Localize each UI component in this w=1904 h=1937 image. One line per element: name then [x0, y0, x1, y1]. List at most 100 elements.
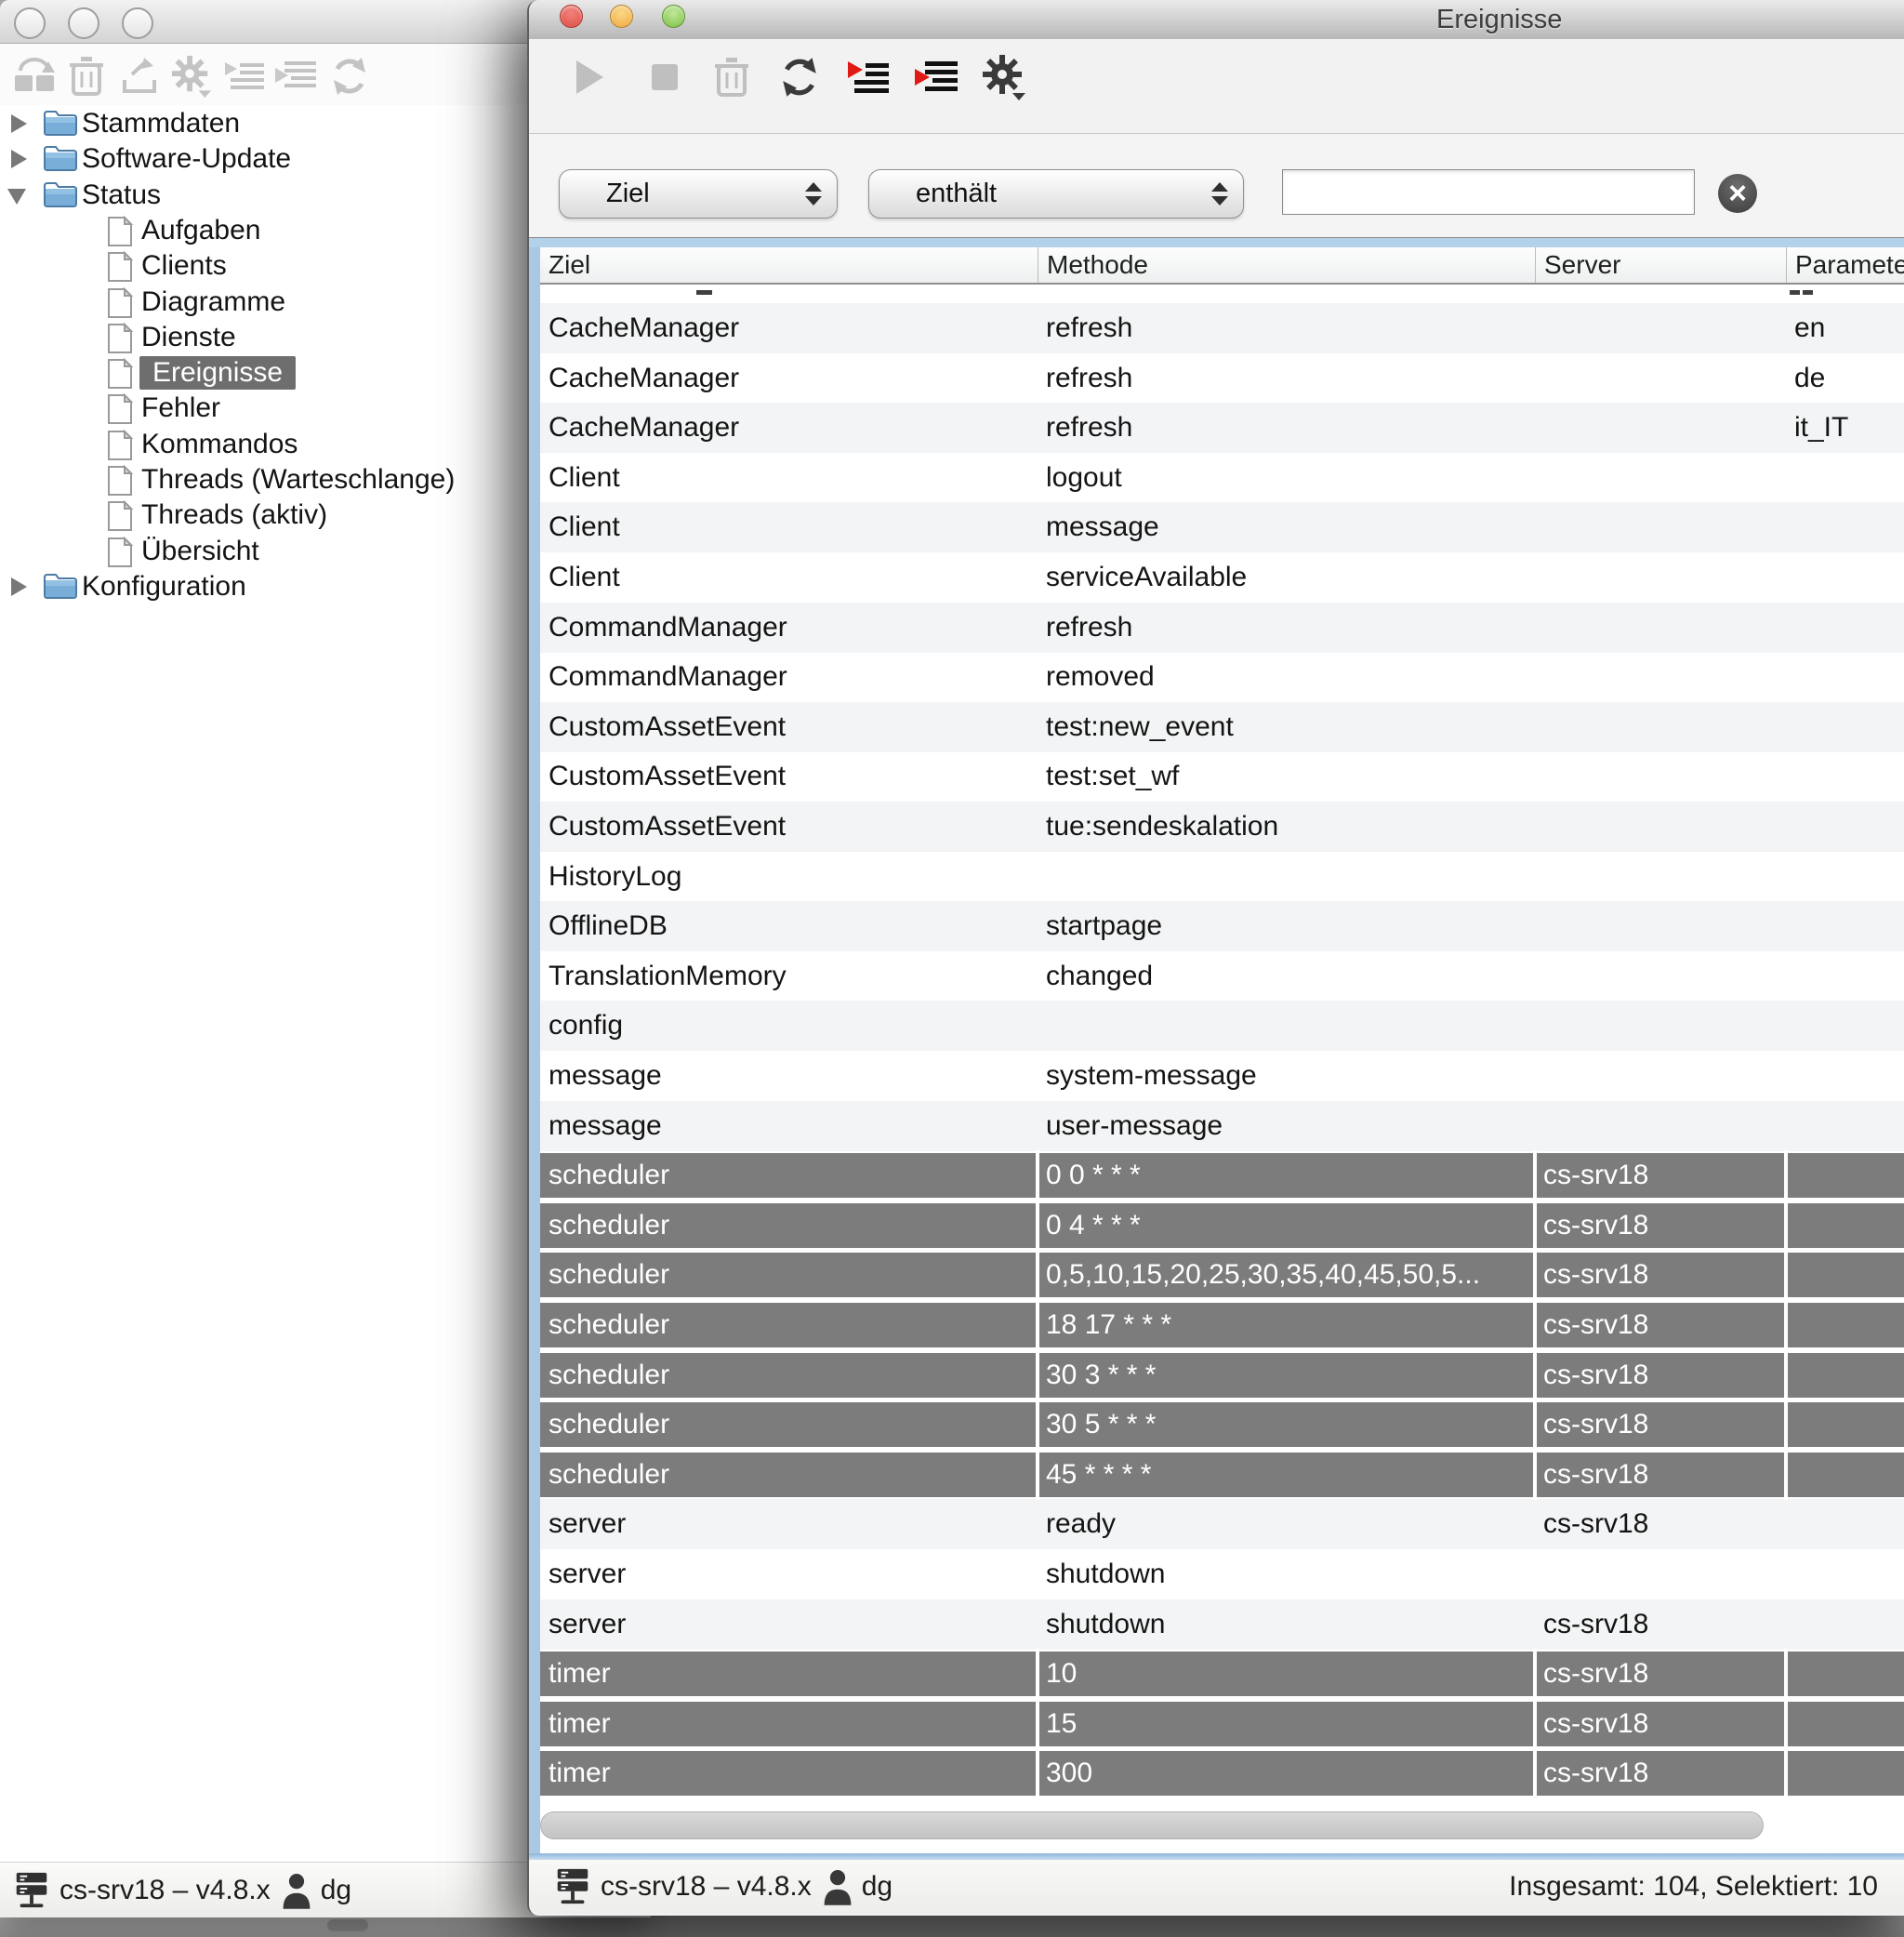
table-row[interactable]: scheduler0,5,10,15,20,25,30,35,40,45,50,… [540, 1250, 1904, 1300]
cell-methode: shutdown [1038, 1549, 1535, 1599]
horizontal-scrollbar-thumb[interactable] [540, 1811, 1764, 1839]
statusbar-summary: Insgesamt: 104, Selektiert: 10 [1509, 1860, 1878, 1914]
zoom-button-inactive[interactable] [122, 7, 153, 39]
filter-field-popup[interactable]: Ziel [559, 169, 838, 219]
selected-row-column-divider [1784, 1300, 1788, 1350]
selected-row-column-divider [1036, 1201, 1039, 1251]
selected-row-column-divider [1784, 1450, 1788, 1500]
cell-parameter [1786, 1649, 1904, 1699]
selected-row-column-divider [1784, 1748, 1788, 1798]
close-button[interactable] [560, 5, 583, 28]
disclosure-closed-icon[interactable] [11, 150, 27, 168]
table-row[interactable]: scheduler0 0 * * *cs-srv18 [540, 1150, 1904, 1201]
table-row[interactable]: CommandManagerremoved [540, 652, 1904, 702]
cell-parameter [1786, 852, 1904, 902]
tree-label: Aufgaben [141, 213, 260, 248]
cell-ziel: CacheManager [540, 403, 1038, 453]
window-title: Ereignisse [1436, 0, 1562, 39]
column-header-server[interactable]: Server [1535, 247, 1786, 283]
table-row[interactable]: TranslationMemorychanged [540, 951, 1904, 1002]
zoom-button[interactable] [662, 5, 685, 28]
cell-server: cs-srv18 [1535, 1250, 1786, 1300]
selected-row-column-divider [1036, 1350, 1039, 1400]
table-row[interactable]: servershutdown [540, 1549, 1904, 1599]
table-row[interactable]: servershutdowncs-srv18 [540, 1599, 1904, 1650]
table-row[interactable]: timer300cs-srv18 [540, 1748, 1904, 1798]
filter-operator-popup[interactable]: enthält [868, 169, 1244, 219]
table-row[interactable]: scheduler30 3 * * *cs-srv18 [540, 1350, 1904, 1400]
table-row[interactable]: ClientserviceAvailable [540, 552, 1904, 603]
cell-parameter: en [1786, 303, 1904, 353]
clear-filter-button[interactable]: × [1718, 174, 1757, 213]
selected-row-column-divider [1784, 1150, 1788, 1201]
statusbar-server-label: cs-srv18 – v4.8.x [601, 1871, 812, 1903]
selected-row-column-divider [1533, 1300, 1537, 1350]
table-row[interactable]: messagesystem-message [540, 1051, 1904, 1101]
table-row[interactable]: CustomAssetEventtest:set_wf [540, 751, 1904, 802]
table-row[interactable]: HistoryLog [540, 852, 1904, 902]
cell-methode: refresh [1038, 603, 1535, 653]
disclosure-open-icon[interactable] [7, 189, 26, 205]
table-row[interactable]: OfflineDBstartpage [540, 901, 1904, 951]
cell-ziel: server [540, 1549, 1038, 1599]
table-row[interactable]: timer15cs-srv18 [540, 1699, 1904, 1749]
table-row[interactable]: config [540, 1001, 1904, 1051]
selected-row-column-divider [1784, 1250, 1788, 1300]
table-row[interactable]: serverreadycs-srv18 [540, 1499, 1904, 1549]
table-row[interactable]: CacheManagerrefreshde [540, 353, 1904, 404]
selected-row-column-divider [1036, 1300, 1039, 1350]
column-header-parameter[interactable]: Parameter [1786, 247, 1904, 283]
cell-parameter [1786, 901, 1904, 951]
minimize-button-inactive[interactable] [68, 7, 99, 39]
table-row[interactable]: CacheManagerrefreshen [540, 303, 1904, 353]
cell-methode: refresh [1038, 403, 1535, 453]
table-row[interactable]: timer10cs-srv18 [540, 1649, 1904, 1699]
cell-ziel: Client [540, 453, 1038, 503]
cell-server [1535, 603, 1786, 653]
cell-methode: 18 17 * * * [1038, 1300, 1535, 1350]
table-row[interactable]: scheduler0 4 * * *cs-srv18 [540, 1201, 1904, 1251]
table-row[interactable]: CommandManagerrefresh [540, 603, 1904, 653]
cell-ziel: config [540, 1001, 1038, 1051]
event-insert-icon[interactable] [845, 54, 892, 100]
table-row[interactable]: Clientlogout [540, 453, 1904, 503]
cell-ziel: scheduler [540, 1450, 1038, 1500]
cell-ziel: CacheManager [540, 303, 1038, 353]
cell-methode: ready [1038, 1499, 1535, 1549]
table-row[interactable]: scheduler18 17 * * *cs-srv18 [540, 1300, 1904, 1350]
play-icon [566, 54, 613, 100]
disclosure-closed-icon[interactable] [11, 577, 27, 596]
cell-server [1535, 751, 1786, 802]
table-row[interactable]: CacheManagerrefreshit_IT [540, 403, 1904, 453]
table-row[interactable]: CustomAssetEventtue:sendeskalation [540, 802, 1904, 852]
selected-row-column-divider [1784, 1649, 1788, 1699]
cell-parameter [1786, 1250, 1904, 1300]
cell-ziel: HistoryLog [540, 852, 1038, 902]
column-header-methode[interactable]: Methode [1038, 247, 1535, 283]
table-row[interactable]: scheduler30 5 * * *cs-srv18 [540, 1400, 1904, 1450]
event-insert-alt-icon[interactable] [914, 54, 960, 100]
cell-parameter [1786, 1051, 1904, 1101]
servers-sync-icon [13, 55, 56, 98]
minimize-button[interactable] [610, 5, 633, 28]
cell-methode: 0,5,10,15,20,25,30,35,40,45,50,5... [1038, 1250, 1535, 1300]
clear-icon: × [1728, 178, 1747, 209]
cell-server: cs-srv18 [1535, 1400, 1786, 1450]
cell-server: cs-srv18 [1535, 1350, 1786, 1400]
cell-server [1535, 951, 1786, 1002]
table-row[interactable]: scheduler45 * * * *cs-srv18 [540, 1450, 1904, 1500]
background-scrollbar-thumb[interactable] [327, 1919, 368, 1931]
cell-methode: 15 [1038, 1699, 1535, 1749]
disclosure-closed-icon[interactable] [11, 114, 27, 133]
column-header-ziel[interactable]: Ziel [540, 247, 1038, 283]
ereignisse-titlebar[interactable]: Ereignisse [529, 0, 1904, 40]
cell-parameter [1786, 1300, 1904, 1350]
folder-icon [43, 144, 78, 179]
filter-text-input[interactable] [1282, 169, 1695, 215]
table-row[interactable]: Clientmessage [540, 502, 1904, 552]
table-row[interactable]: CustomAssetEventtest:new_event [540, 702, 1904, 752]
table-row[interactable]: messageuser-message [540, 1101, 1904, 1151]
refresh-icon[interactable] [776, 54, 823, 100]
gear-menu-icon[interactable] [981, 54, 1027, 100]
close-button-inactive[interactable] [14, 7, 46, 39]
